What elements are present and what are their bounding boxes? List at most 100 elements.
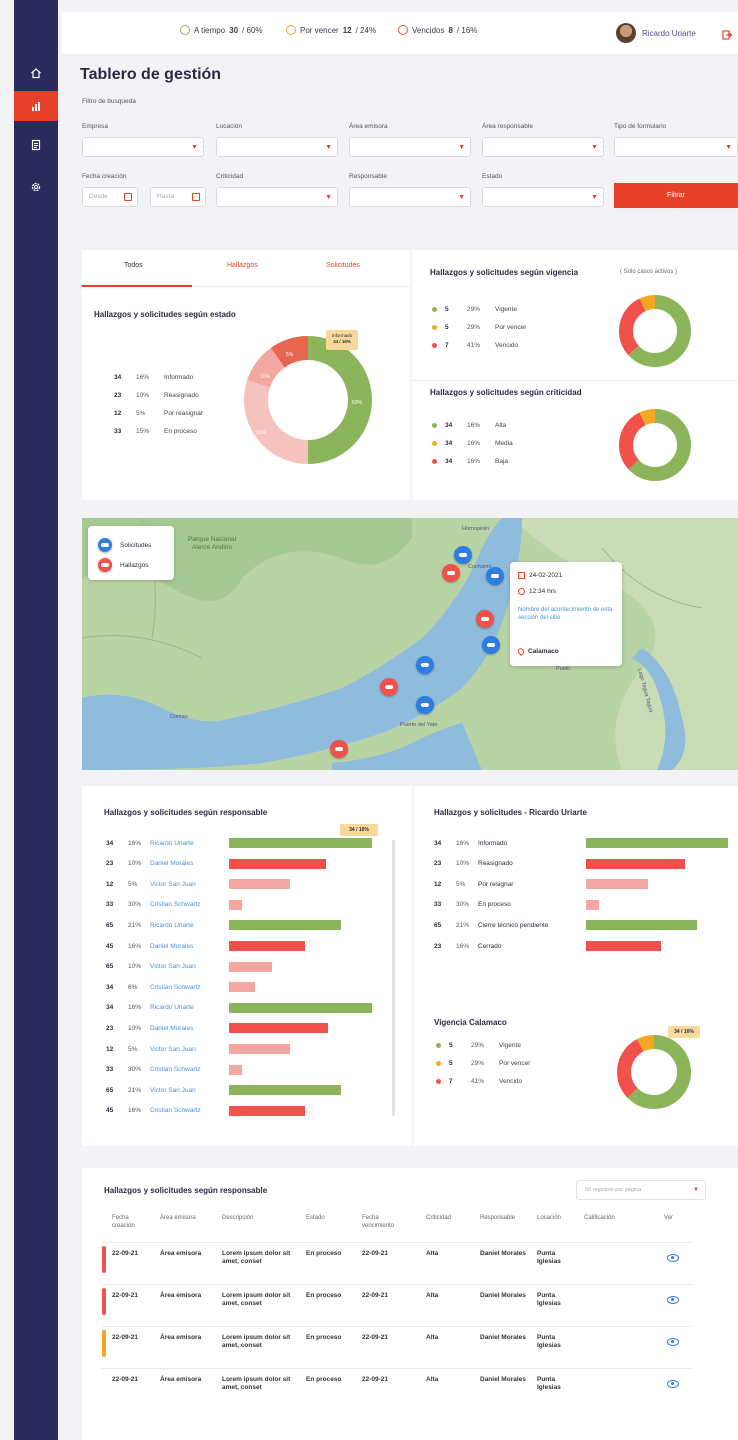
empresa-select[interactable]: ▼ <box>82 137 204 157</box>
th-locacion[interactable]: Locación <box>537 1214 577 1222</box>
row-label: Por vencer <box>499 1060 531 1067</box>
responsable-link[interactable]: Daniel Morales <box>150 1025 193 1032</box>
responsable-link[interactable]: Cristian Schwartz <box>150 1107 201 1114</box>
popup-link[interactable]: Nombre del acontecimiento de esta secció… <box>518 606 614 622</box>
bar[interactable] <box>586 920 697 931</box>
hasta-field[interactable]: Hasta <box>150 187 206 207</box>
page-size-select[interactable]: 50 registros por página ▼ <box>576 1180 706 1200</box>
eye-icon[interactable] <box>667 1338 679 1346</box>
bar[interactable] <box>229 920 341 931</box>
bar[interactable] <box>229 899 242 910</box>
solicitud-pin[interactable] <box>416 656 434 674</box>
th-vencimiento[interactable]: Fecha vencimiento <box>362 1214 406 1230</box>
th-calificacion[interactable]: Calificación <box>584 1214 634 1222</box>
row-count: 23 <box>106 860 114 868</box>
th-ver[interactable]: Ver <box>664 1214 684 1222</box>
tipo-formulario-select[interactable]: ▼ <box>614 137 738 157</box>
bar[interactable] <box>229 961 272 972</box>
user-menu[interactable]: Ricardo Uriarte <box>616 23 696 43</box>
bar-row: 45 16% Cristian Schwartz <box>106 1106 201 1116</box>
document-icon[interactable] <box>14 130 58 160</box>
th-fecha[interactable]: Fecha creación <box>112 1214 152 1230</box>
solicitud-pin[interactable] <box>486 567 504 585</box>
home-icon[interactable] <box>14 58 58 88</box>
responsable-link[interactable]: Victor San Juan <box>150 1087 196 1094</box>
row-pct: 29% <box>467 306 481 313</box>
responsable-link[interactable]: Ricardo Uriarte <box>150 922 194 929</box>
bar[interactable] <box>586 838 728 848</box>
hallazgo-pin[interactable] <box>476 610 494 628</box>
area-emisora-select[interactable]: ▼ <box>349 137 471 157</box>
bar[interactable] <box>229 941 305 951</box>
row-label: En proceso <box>164 428 197 435</box>
responsable-link[interactable]: Victor San Juan <box>150 881 196 888</box>
responsable-link[interactable]: Victor San Juan <box>150 963 196 970</box>
bar[interactable] <box>586 879 649 890</box>
responsable-link[interactable]: Ricardo Uriarte <box>150 1004 194 1011</box>
hallazgo-pin[interactable] <box>380 678 398 696</box>
row-pct: 16% <box>456 942 470 950</box>
bar[interactable] <box>229 879 291 890</box>
area-responsable-select[interactable]: ▼ <box>482 137 604 157</box>
estado-select[interactable]: ▼ <box>482 187 604 207</box>
bar[interactable] <box>229 858 327 869</box>
hallazgo-pin[interactable] <box>442 564 460 582</box>
row-label: Informado <box>478 839 508 847</box>
tab-solicitudes[interactable]: Solicitudes <box>326 262 360 269</box>
solicitud-pin[interactable] <box>416 696 434 714</box>
criticidad-select[interactable]: ▼ <box>216 187 338 207</box>
desde-field[interactable]: Desde <box>82 187 138 207</box>
responsable-link[interactable]: Cristian Schwartz <box>150 984 201 991</box>
responsable-link[interactable]: Cristian Schwartz <box>150 1066 201 1073</box>
row-label: Por reasignar <box>164 410 204 417</box>
chevron-down-icon: ▼ <box>325 144 332 151</box>
place-label: Hornopirén <box>462 526 490 532</box>
chart-icon[interactable] <box>14 91 58 121</box>
bar[interactable] <box>586 941 662 951</box>
bar[interactable] <box>229 1002 372 1013</box>
th-criticidad[interactable]: Criticidad <box>426 1214 466 1222</box>
tab-hallazgos[interactable]: Hallazgos <box>227 262 258 269</box>
th-responsable[interactable]: Responsable <box>480 1214 530 1222</box>
scrollbar[interactable] <box>392 840 395 1116</box>
responsable-link[interactable]: Cristian Schwartz <box>150 901 201 908</box>
responsable-link[interactable]: Daniel Morales <box>150 943 193 950</box>
hasta-placeholder: Hasta <box>157 193 174 200</box>
donut-tooltip: Informado 34 / 16% <box>326 330 358 350</box>
donut-label: 10% <box>260 374 271 380</box>
th-estado[interactable]: Estado <box>306 1214 346 1222</box>
bar[interactable] <box>229 1105 305 1116</box>
bar[interactable] <box>229 1023 328 1034</box>
th-area[interactable]: Área emisora <box>160 1214 210 1222</box>
cell-crit: Alta <box>426 1334 439 1341</box>
bar[interactable] <box>229 1044 291 1054</box>
eye-icon[interactable] <box>667 1296 679 1304</box>
map[interactable]: Solicitudes Hallazgos Parque Nacional Al… <box>82 518 738 770</box>
bar[interactable] <box>229 838 372 848</box>
stat-por-vencer: Por vencer 12 / 24% <box>286 25 376 35</box>
bar[interactable] <box>229 982 255 993</box>
settings-icon[interactable] <box>14 172 58 202</box>
row-pct: 16% <box>136 374 150 381</box>
bar[interactable] <box>586 858 686 869</box>
filtrar-button[interactable]: Filtrar <box>614 183 738 208</box>
estado-row: 33 15% En proceso <box>114 428 197 435</box>
bar[interactable] <box>586 899 599 910</box>
row-pct: 10% <box>136 392 150 399</box>
responsable-link[interactable]: Victor San Juan <box>150 1046 196 1053</box>
eye-icon[interactable] <box>667 1380 679 1388</box>
solicitud-pin[interactable] <box>482 636 500 654</box>
logout-icon[interactable] <box>722 27 733 45</box>
tab-todos[interactable]: Todos <box>124 262 143 269</box>
locacion-select[interactable]: ▼ <box>216 137 338 157</box>
row-label: Por vencer <box>495 324 527 331</box>
responsable-link[interactable]: Daniel Morales <box>150 860 193 867</box>
eye-icon[interactable] <box>667 1254 679 1262</box>
responsable-link[interactable]: Ricardo Uriarte <box>150 840 194 847</box>
solicitud-pin[interactable] <box>454 546 472 564</box>
responsable-select[interactable]: ▼ <box>349 187 471 207</box>
bar[interactable] <box>229 1085 341 1096</box>
th-descripcion[interactable]: Descripción <box>222 1214 282 1222</box>
bar[interactable] <box>229 1064 242 1075</box>
hallazgo-pin[interactable] <box>330 740 348 758</box>
